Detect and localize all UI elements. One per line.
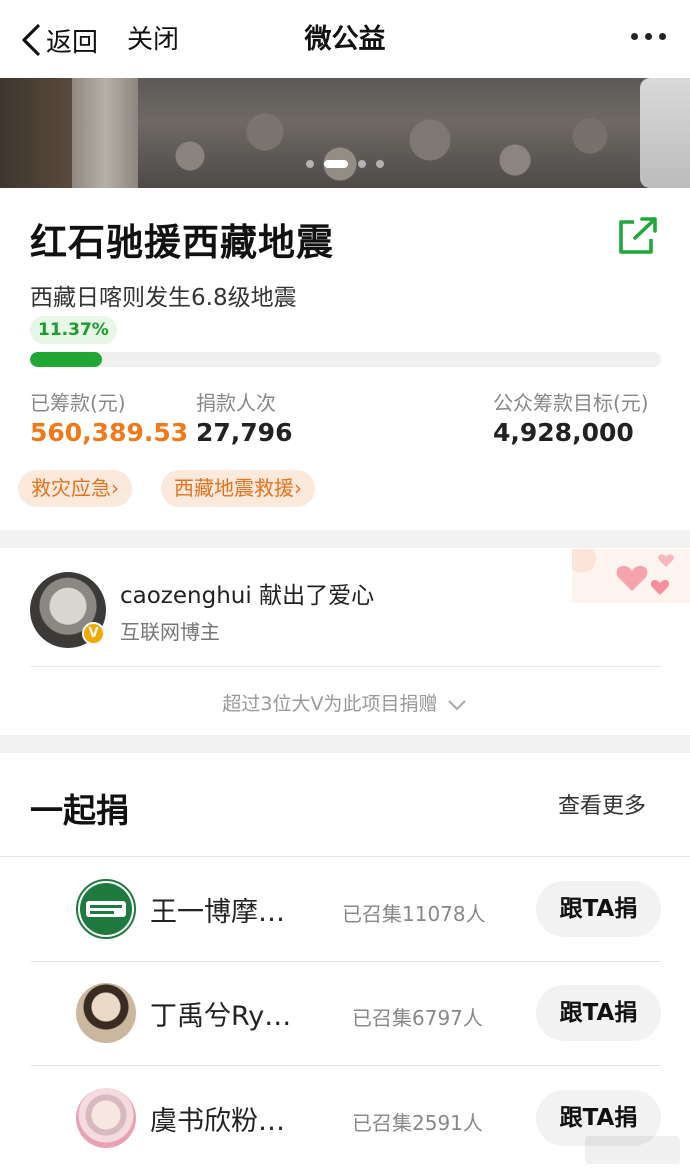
row-count: 已召集2591人 bbox=[352, 1111, 483, 1135]
more-dots-icon[interactable] bbox=[631, 33, 666, 40]
row-count: 已召集11078人 bbox=[342, 902, 486, 926]
back-button[interactable]: 返回 bbox=[20, 20, 98, 60]
donor-role: 互联网博主 bbox=[120, 620, 220, 644]
banner-post bbox=[72, 78, 138, 188]
carousel-indicator bbox=[0, 160, 690, 168]
banner-wall bbox=[0, 78, 72, 188]
page-title: 微公益 bbox=[304, 24, 386, 55]
raised-value: 560,389.53 bbox=[30, 418, 189, 447]
fan-group-avatar[interactable] bbox=[76, 1088, 136, 1148]
chevron-left-icon bbox=[22, 24, 40, 56]
back-label: 返回 bbox=[46, 27, 99, 58]
more-celebrities-label: 超过3位大V为此项目捐赠 bbox=[222, 693, 438, 715]
chevron-down-icon bbox=[447, 699, 466, 710]
goal-value: 4,928,000 bbox=[493, 418, 634, 447]
fan-group-avatar[interactable] bbox=[76, 983, 136, 1043]
donor-count-value: 27,796 bbox=[196, 418, 293, 447]
together-section-title: 一起捐 bbox=[30, 791, 129, 830]
progress-percent-badge: 11.37% bbox=[30, 316, 117, 344]
row-count: 已召集6797人 bbox=[352, 1006, 483, 1030]
donor-name-line[interactable]: caozenghui 献出了爱心 bbox=[120, 576, 374, 610]
donor-count-label: 捐款人次 bbox=[196, 391, 276, 415]
row-name[interactable]: 虞书欣粉… bbox=[150, 1099, 285, 1138]
carousel-dot-active[interactable] bbox=[324, 160, 348, 168]
follow-donate-button[interactable]: 跟TA捐 bbox=[536, 985, 661, 1041]
fan-group-avatar[interactable] bbox=[76, 879, 136, 939]
close-button[interactable]: 关闭 bbox=[127, 20, 179, 60]
divider-line bbox=[30, 666, 661, 667]
progress-bar bbox=[30, 352, 661, 367]
carousel-dot[interactable] bbox=[306, 160, 314, 168]
watermark bbox=[585, 1136, 680, 1164]
tag-disaster-relief[interactable]: 救灾应急› bbox=[18, 470, 132, 507]
carousel-dot[interactable] bbox=[358, 160, 366, 168]
tag-tibet-earthquake[interactable]: 西藏地震救援› bbox=[161, 470, 315, 507]
verified-v-icon: V bbox=[82, 622, 105, 645]
divider-line bbox=[30, 961, 661, 962]
top-nav-bar: 返回 关闭 微公益 bbox=[0, 0, 690, 78]
section-divider bbox=[0, 530, 690, 548]
fan-group-logo-icon bbox=[80, 883, 132, 935]
project-subtitle: 西藏日喀则发生6.8级地震 bbox=[30, 285, 297, 311]
goal-label: 公众筹款目标(元) bbox=[493, 391, 649, 415]
hearts-decoration-icon bbox=[572, 549, 690, 603]
row-name[interactable]: 王一博摩… bbox=[150, 890, 285, 929]
follow-donate-button[interactable]: 跟TA捐 bbox=[536, 881, 661, 937]
row-name[interactable]: 丁禹兮Ry… bbox=[150, 994, 291, 1033]
raised-label: 已筹款(元) bbox=[30, 391, 126, 415]
share-external-icon[interactable] bbox=[616, 216, 660, 256]
more-celebrities-toggle[interactable]: 超过3位大V为此项目捐赠 bbox=[0, 689, 690, 716]
see-more-link[interactable]: 查看更多 bbox=[558, 788, 646, 820]
progress-bar-fill bbox=[30, 352, 102, 367]
banner-rubble bbox=[140, 108, 640, 188]
project-title: 红石驰援西藏地震 bbox=[30, 221, 334, 264]
carousel-dot[interactable] bbox=[376, 160, 384, 168]
project-banner-image[interactable] bbox=[0, 78, 690, 188]
banner-car bbox=[640, 78, 690, 188]
section-divider bbox=[0, 735, 690, 753]
divider-line bbox=[0, 856, 690, 857]
divider-line bbox=[30, 1065, 661, 1066]
